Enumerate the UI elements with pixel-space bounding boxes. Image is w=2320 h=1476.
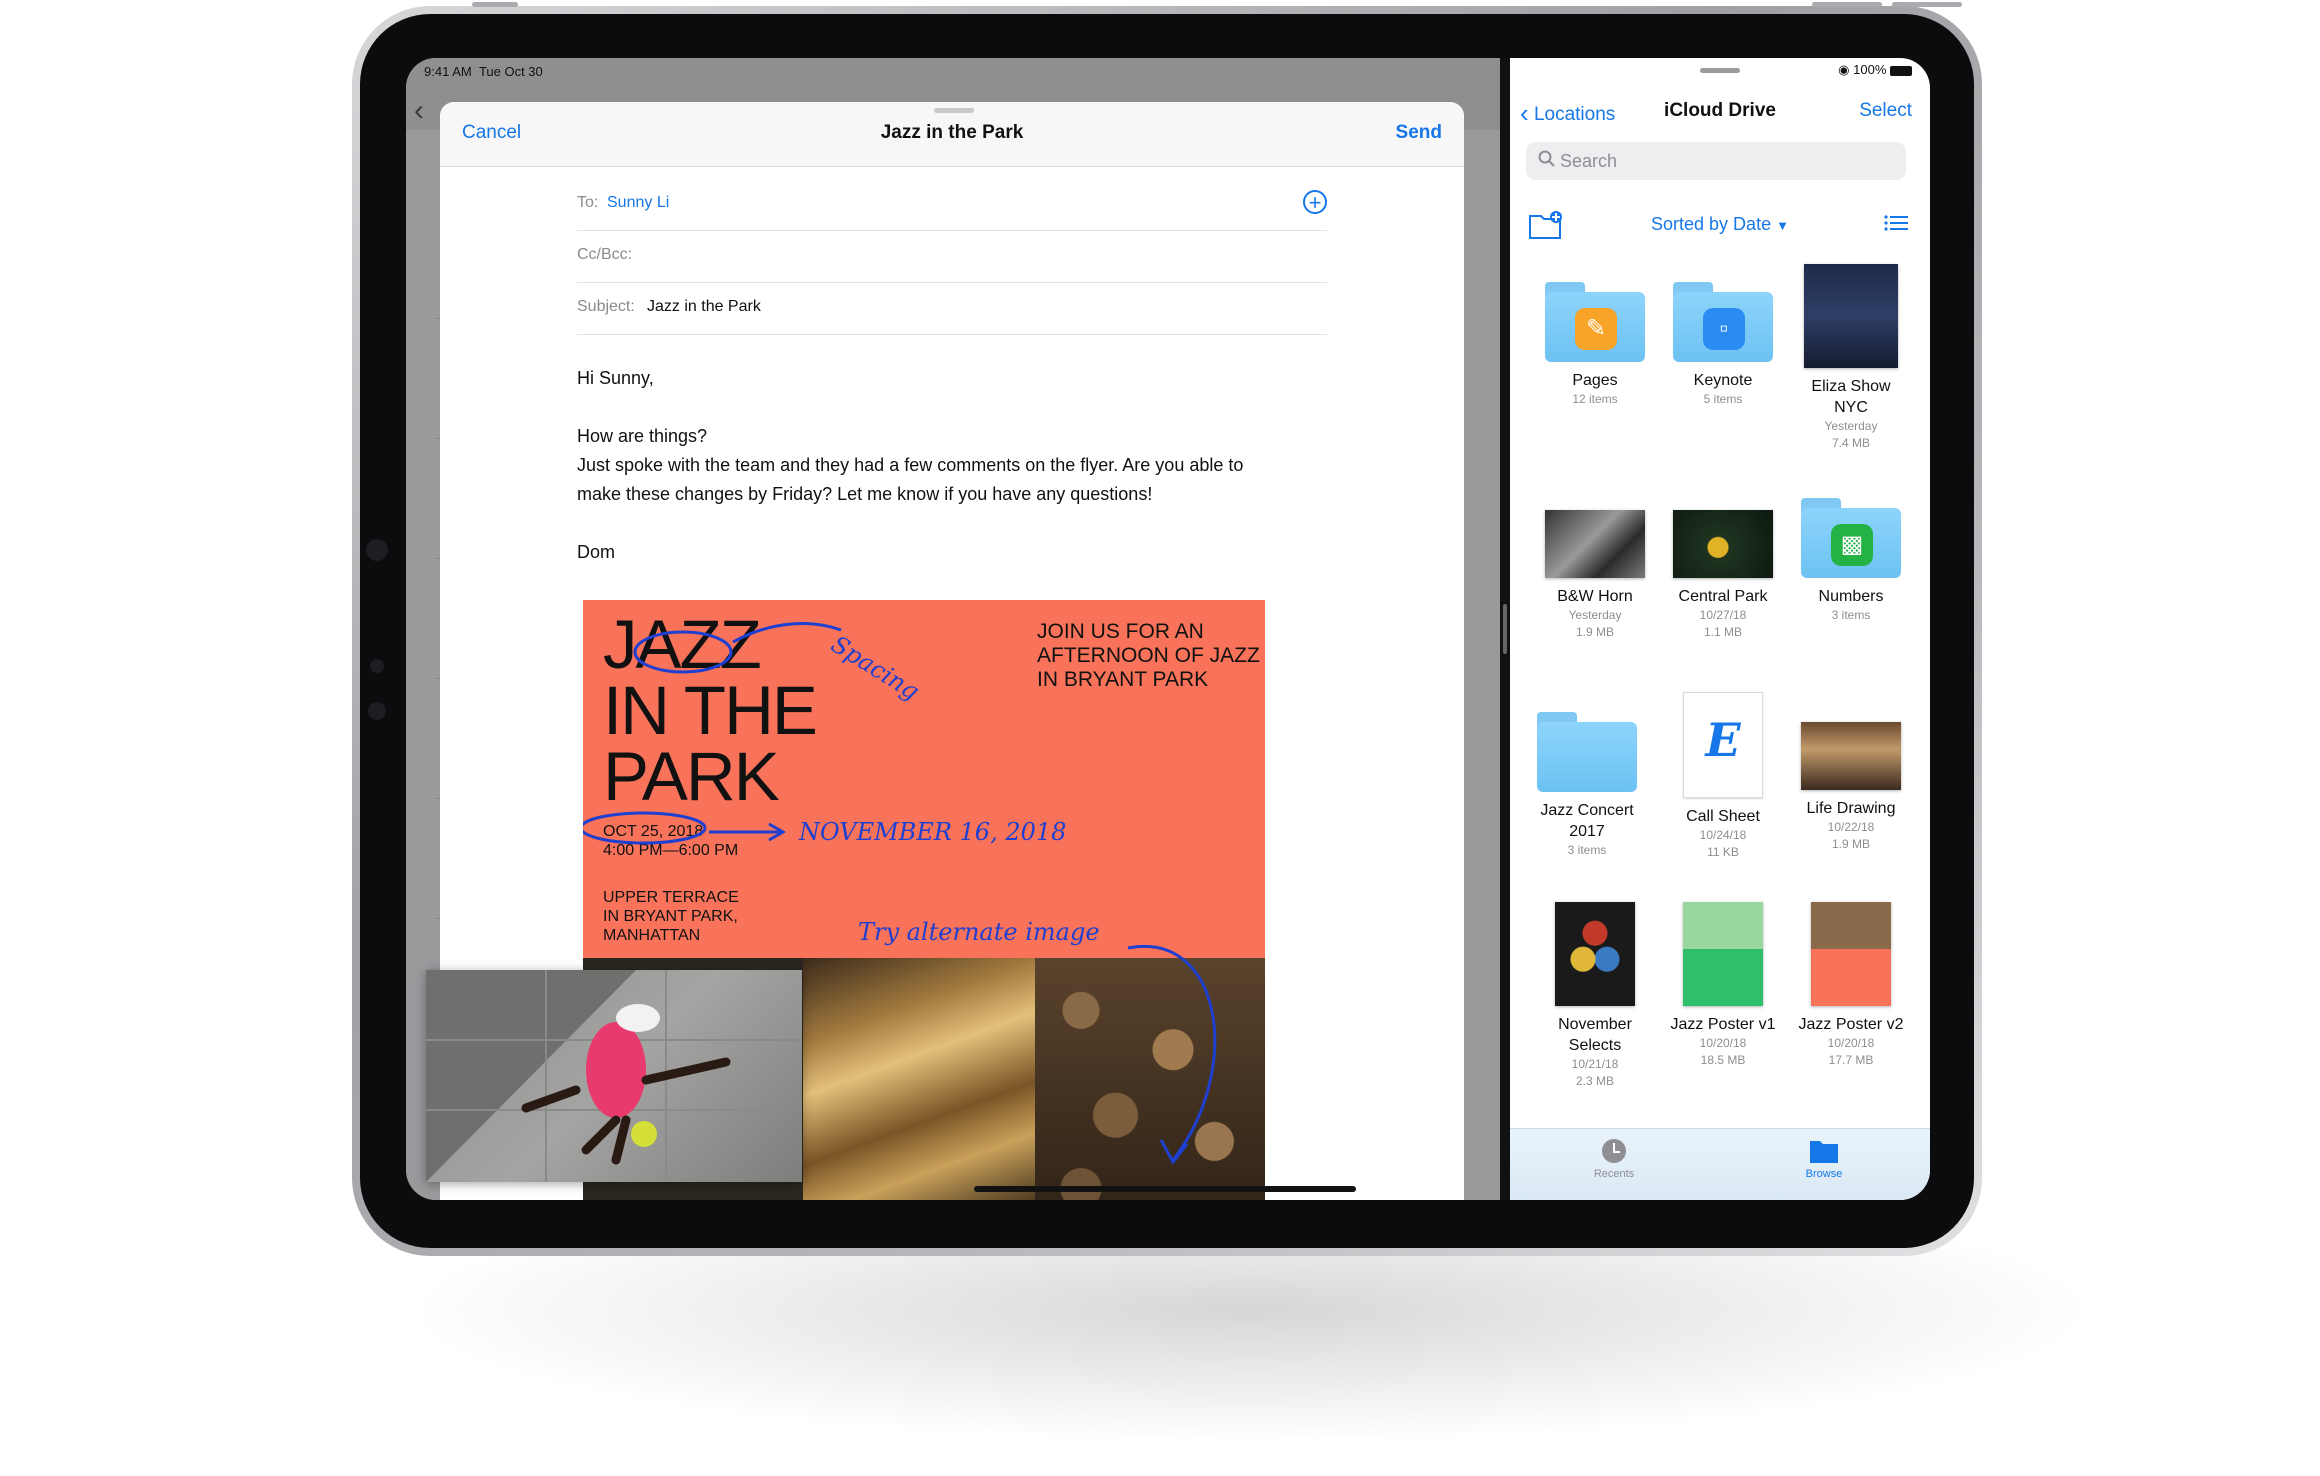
subject-field[interactable]: Subject: Jazz in the Park — [577, 282, 1327, 335]
send-button[interactable]: Send — [1396, 122, 1442, 144]
numbers-app-icon: ▩ — [1831, 524, 1873, 566]
picture-in-picture-video[interactable] — [426, 970, 802, 1182]
document-thumbnail: E — [1683, 692, 1763, 798]
recipient-token[interactable]: Sunny Li — [607, 194, 669, 212]
video-frame — [426, 970, 802, 1182]
file-item-keynote[interactable]: ▫ Keynote 5 items — [1658, 282, 1788, 408]
caret-down-icon: ▼ — [1776, 218, 1789, 233]
search-input[interactable]: Search — [1526, 142, 1906, 180]
file-item-bw-horn[interactable]: B&W Horn Yesterday 1.9 MB — [1530, 510, 1660, 641]
folder-icon: ▫ — [1673, 282, 1773, 362]
ipad-screen: ‹ 9:41 AM Tue Oct 30 Cancel Jazz in the … — [406, 58, 1930, 1200]
photo-thumbnail — [1673, 510, 1773, 578]
compose-title: Jazz in the Park — [880, 122, 1024, 143]
files-app: ◉ 100% ‹ Locations iCloud Drive Select S… — [1510, 58, 1930, 1200]
search-placeholder: Search — [1560, 151, 1618, 171]
volume-down-button — [1892, 2, 1962, 7]
document-thumbnail — [1683, 902, 1763, 1006]
mail-app: ‹ 9:41 AM Tue Oct 30 Cancel Jazz in the … — [406, 58, 1500, 1200]
status-bar-battery: ◉ 100% — [1838, 62, 1912, 78]
compose-nav-bar: Cancel Jazz in the Park Send — [440, 102, 1464, 167]
file-item-life-drawing[interactable]: Life Drawing 10/22/18 1.9 MB — [1786, 722, 1916, 853]
slide-over-grabber[interactable] — [1700, 68, 1740, 73]
document-thumbnail — [1811, 902, 1891, 1006]
file-item-eliza-show[interactable]: Eliza Show NYC Yesterday 7.4 MB — [1786, 264, 1916, 452]
message-greeting[interactable]: Hi Sunny, — [577, 364, 654, 393]
subject-label: Subject: — [577, 298, 635, 315]
sensor — [370, 659, 384, 673]
folder-icon: ✎ — [1545, 282, 1645, 362]
tab-browse[interactable]: Browse — [1764, 1137, 1884, 1180]
sensor — [368, 702, 386, 720]
list-view-icon[interactable] — [1884, 214, 1908, 232]
pages-app-icon: ✎ — [1575, 308, 1617, 350]
file-item-call-sheet[interactable]: E Call Sheet 10/24/18 11 KB — [1658, 692, 1788, 861]
search-icon — [1538, 150, 1555, 167]
message-signature[interactable]: Dom — [577, 538, 615, 567]
top-button — [472, 2, 518, 7]
file-item-central-park[interactable]: Central Park 10/27/18 1.1 MB — [1658, 510, 1788, 641]
folder-icon: ▩ — [1801, 498, 1901, 578]
photo-thumbnail — [1804, 264, 1898, 368]
wifi-icon: ◉ — [1838, 62, 1850, 77]
message-line[interactable]: How are things? — [577, 422, 707, 451]
sort-menu[interactable]: Sorted by Date ▼ — [1510, 214, 1930, 235]
to-label: To: — [577, 194, 599, 211]
folder-icon — [1810, 1141, 1838, 1163]
file-item-pages[interactable]: ✎ Pages 12 items — [1530, 282, 1660, 408]
clock-icon — [1602, 1139, 1626, 1163]
message-line[interactable]: make these changes by Friday? Let me kno… — [577, 480, 1152, 509]
folder-icon — [1537, 712, 1637, 792]
select-button[interactable]: Select — [1859, 100, 1912, 122]
split-view-handle[interactable] — [1503, 604, 1507, 654]
front-camera — [366, 539, 388, 561]
status-bar-time: 9:41 AM Tue Oct 30 — [424, 64, 543, 79]
file-item-jazz-poster-v1[interactable]: Jazz Poster v1 10/20/18 18.5 MB — [1658, 902, 1788, 1069]
to-field[interactable]: To: Sunny Li + — [577, 178, 1327, 231]
photo-thumbnail — [1545, 510, 1645, 578]
message-line[interactable]: Just spoke with the team and they had a … — [577, 451, 1243, 480]
files-tab-bar: Recents Browse — [1510, 1128, 1930, 1200]
subject-value[interactable]: Jazz in the Park — [647, 298, 761, 316]
chevron-left-icon[interactable]: ‹ — [414, 94, 424, 128]
file-item-numbers[interactable]: ▩ Numbers 3 items — [1786, 498, 1916, 624]
home-indicator[interactable] — [974, 1186, 1356, 1192]
cc-bcc-label: Cc/Bcc: — [577, 246, 633, 263]
add-contact-icon[interactable]: + — [1303, 190, 1327, 214]
photo-thumbnail — [1555, 902, 1635, 1006]
photo-thumbnail — [1801, 722, 1901, 790]
tab-recents[interactable]: Recents — [1554, 1137, 1674, 1180]
file-item-november-selects[interactable]: November Selects 10/21/18 2.3 MB — [1530, 902, 1660, 1090]
cc-bcc-field[interactable]: Cc/Bcc: — [577, 230, 1327, 283]
file-item-jazz-concert[interactable]: Jazz Concert 2017 3 items — [1522, 712, 1652, 859]
volume-up-button — [1812, 2, 1882, 7]
keynote-app-icon: ▫ — [1703, 308, 1745, 350]
sheet-grabber[interactable] — [934, 108, 974, 113]
battery-icon — [1890, 65, 1912, 76]
file-item-jazz-poster-v2[interactable]: Jazz Poster v2 10/20/18 17.7 MB — [1786, 902, 1916, 1069]
call-sheet-glyph: E — [1705, 713, 1741, 767]
